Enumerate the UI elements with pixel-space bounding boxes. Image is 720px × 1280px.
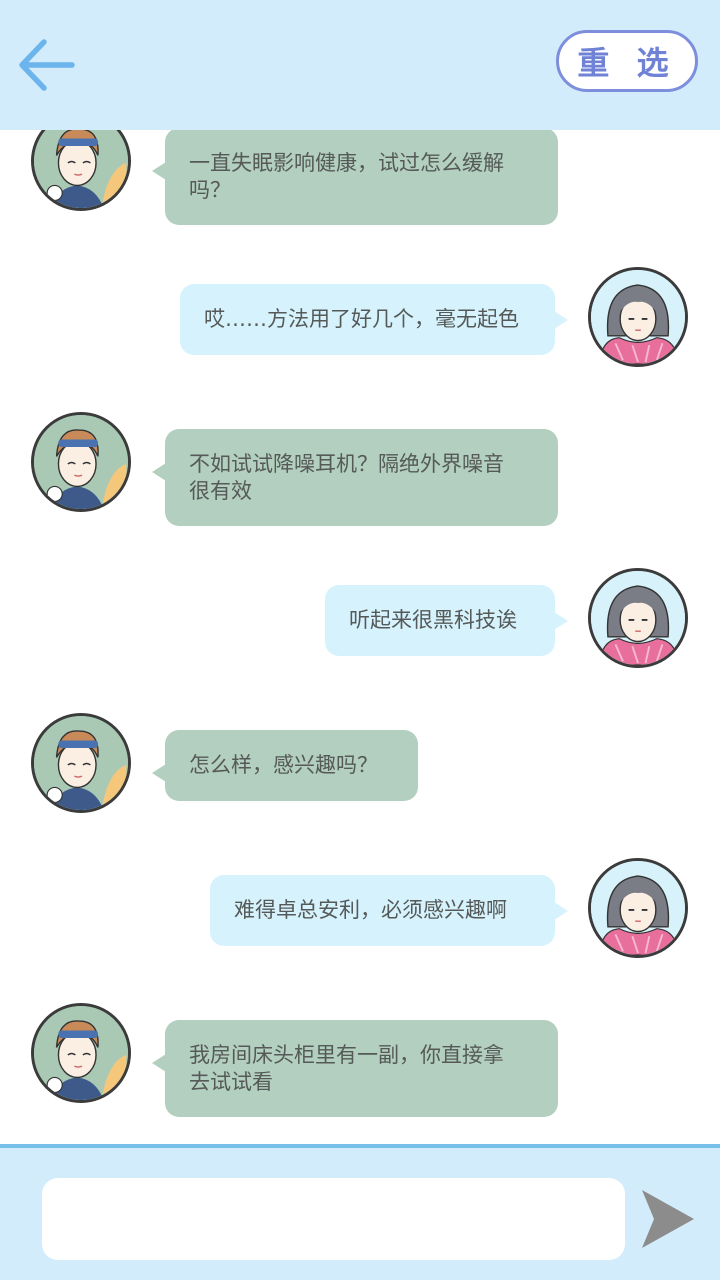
message-bubble: 怎么样，感兴趣吗？	[152, 730, 418, 801]
message-text: 去试试看	[189, 1069, 273, 1094]
girl-portrait-icon	[591, 571, 685, 665]
input-bar	[0, 1144, 720, 1280]
girl-portrait-icon	[591, 270, 685, 364]
message-text: 我房间床头柜里有一副，你直接拿	[189, 1042, 504, 1067]
message-row: 不如试试降噪耳机？隔绝外界噪音 很有效	[0, 412, 720, 527]
message-bubble: 一直失眠影响健康，试过怎么缓解 吗？	[152, 130, 558, 225]
message-text: 难得卓总安利，必须感兴趣啊	[234, 898, 507, 922]
boy-portrait-icon	[34, 1006, 128, 1100]
message-text: 怎么样，感兴趣吗？	[189, 753, 378, 777]
back-button[interactable]	[12, 30, 82, 100]
message-row: 难得卓总安利，必须感兴趣啊	[0, 858, 720, 958]
boy-avatar[interactable]	[31, 130, 131, 211]
message-row: 一直失眠影响健康，试过怎么缓解 吗？	[0, 130, 720, 226]
girl-avatar[interactable]	[588, 267, 688, 367]
boy-portrait-icon	[34, 130, 128, 208]
message-text: 不如试试降噪耳机？隔绝外界噪音	[189, 451, 504, 476]
message-bubble: 听起来很黑科技诶	[325, 585, 568, 656]
top-bar: 重 选	[0, 0, 720, 130]
boy-portrait-icon	[34, 716, 128, 810]
reselect-label: 重 选	[577, 44, 677, 82]
message-row: 哎……方法用了好几个，毫无起色	[0, 267, 720, 367]
message-text: 很有效	[189, 478, 252, 503]
boy-avatar[interactable]	[31, 713, 131, 813]
message-bubble: 不如试试降噪耳机？隔绝外界噪音 很有效	[152, 429, 558, 526]
message-row: 我房间床头柜里有一副，你直接拿 去试试看	[0, 1003, 720, 1118]
chat-screen: 重 选 一直失眠影响健康，试过怎么缓解 吗？ 哎……方法用了好几个，毫无起色 不…	[0, 0, 720, 1280]
send-arrow-icon	[642, 1190, 694, 1248]
message-input[interactable]	[42, 1178, 625, 1260]
boy-avatar[interactable]	[31, 412, 131, 512]
girl-avatar[interactable]	[588, 568, 688, 668]
message-bubble: 我房间床头柜里有一副，你直接拿 去试试看	[152, 1020, 558, 1117]
message-row: 怎么样，感兴趣吗？	[0, 713, 720, 813]
message-bubble: 哎……方法用了好几个，毫无起色	[180, 284, 568, 355]
message-text: 吗？	[189, 177, 231, 202]
boy-portrait-icon	[34, 415, 128, 509]
message-text: 听起来很黑科技诶	[349, 608, 517, 632]
message-text: 一直失眠影响健康，试过怎么缓解	[189, 150, 504, 175]
message-bubble: 难得卓总安利，必须感兴趣啊	[210, 875, 568, 946]
message-row: 听起来很黑科技诶	[0, 568, 720, 668]
message-text: 哎……方法用了好几个，毫无起色	[204, 307, 519, 331]
reselect-button[interactable]: 重 选	[556, 30, 698, 92]
girl-portrait-icon	[591, 861, 685, 955]
girl-avatar[interactable]	[588, 858, 688, 958]
arrow-left-icon	[19, 39, 75, 91]
message-list[interactable]: 一直失眠影响健康，试过怎么缓解 吗？ 哎……方法用了好几个，毫无起色 不如试试降…	[0, 130, 720, 1144]
send-button[interactable]	[640, 1188, 696, 1250]
boy-avatar[interactable]	[31, 1003, 131, 1103]
